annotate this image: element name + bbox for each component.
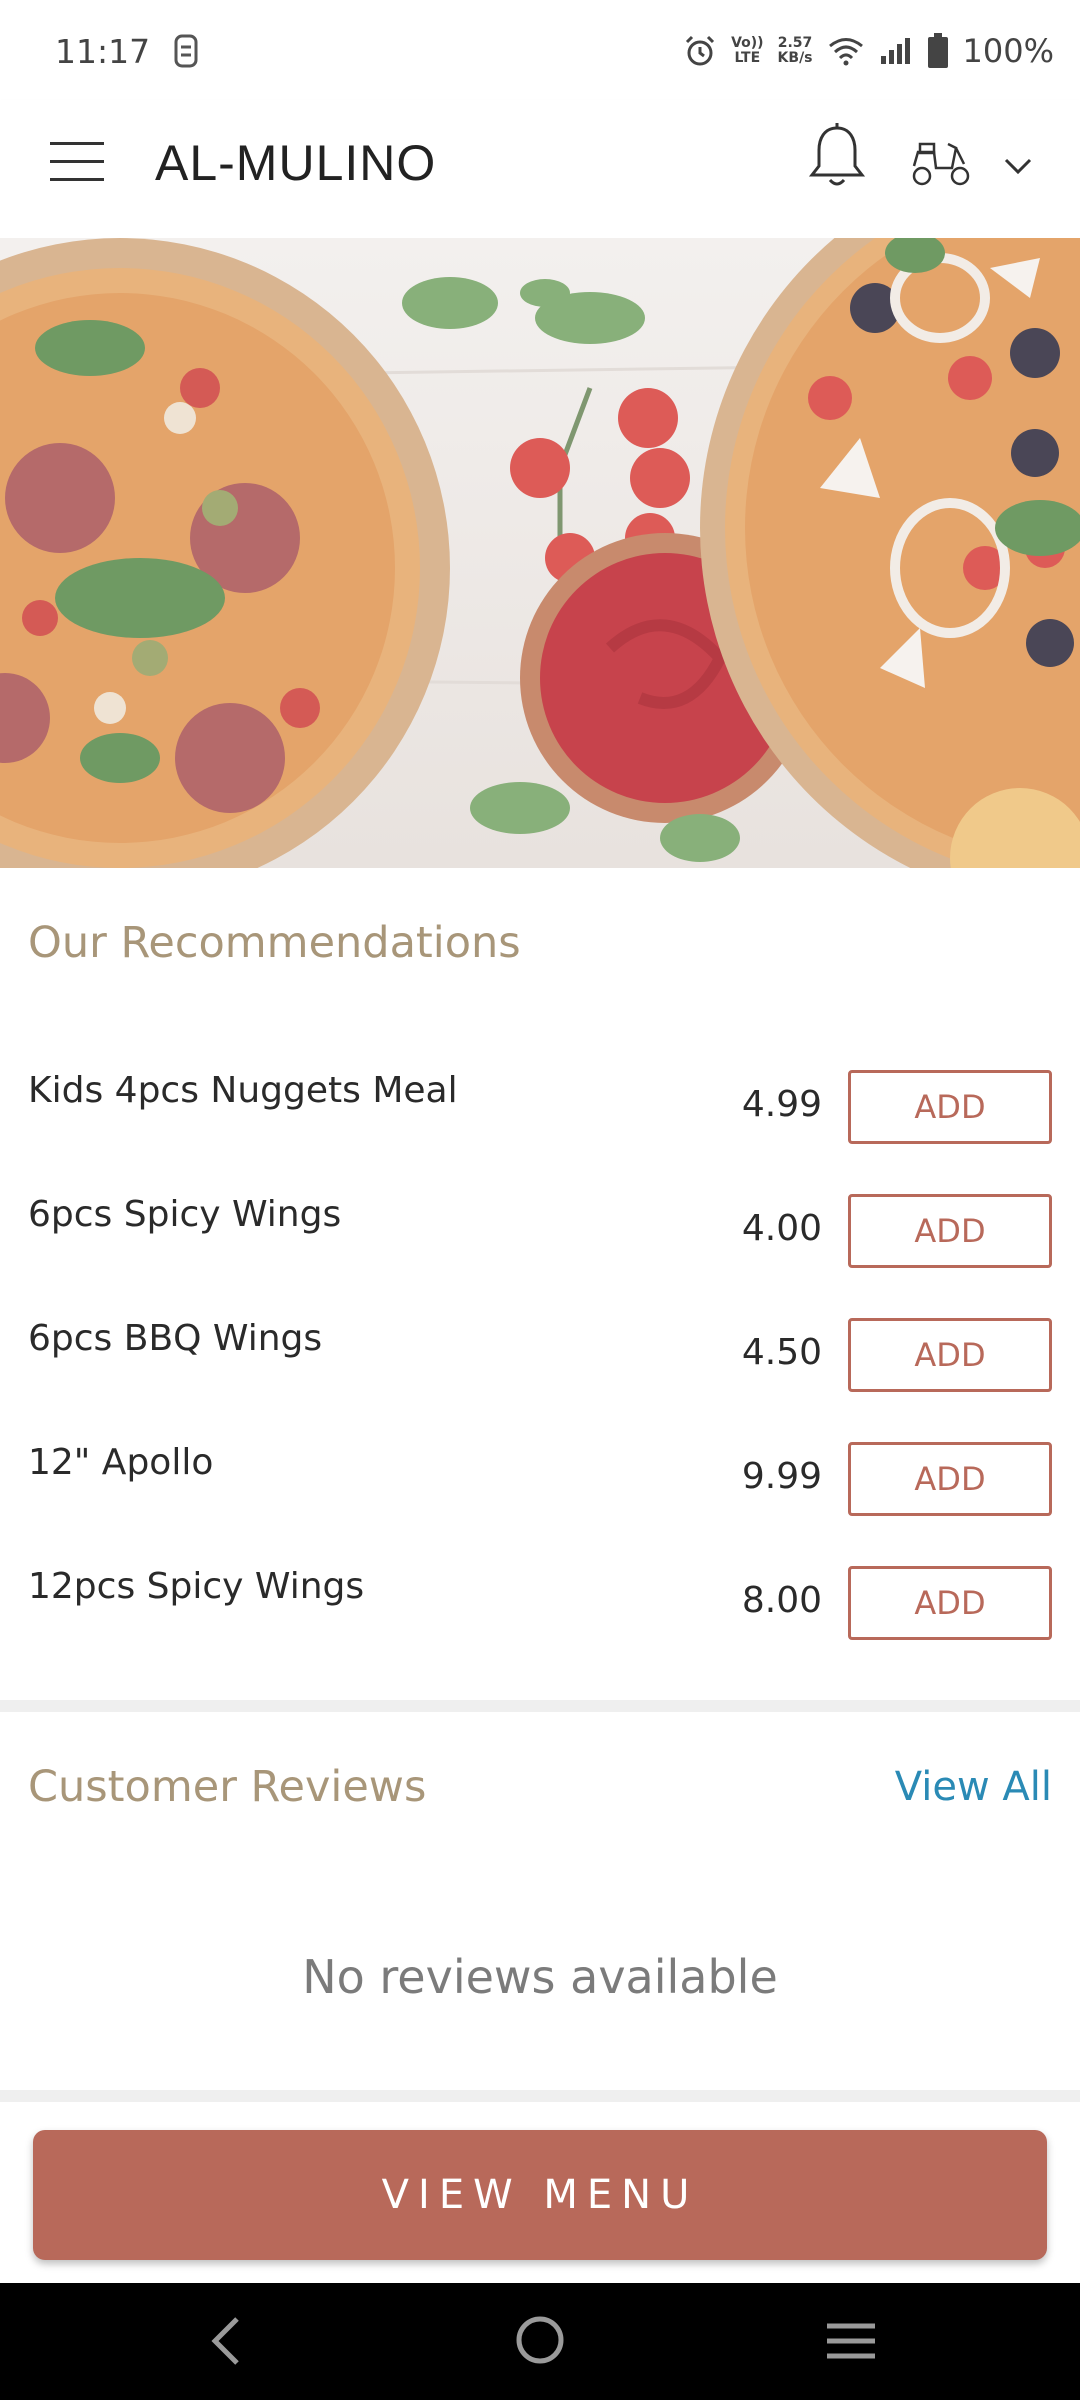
recommendations-list: Kids 4pcs Nuggets Meal 4.99 ADD 6pcs Spi… — [0, 1040, 1080, 1660]
status-bar: 11:17 Vo)) LTE 2.57 KB/s 100% — [0, 0, 1080, 100]
wifi-icon — [828, 38, 863, 66]
item-name: 6pcs Spicy Wings — [28, 1194, 342, 1235]
item-name: 12" Apollo — [28, 1442, 214, 1483]
app-title: AL-MULINO — [155, 135, 437, 191]
recents-icon[interactable] — [825, 2321, 877, 2361]
add-button[interactable]: ADD — [848, 1070, 1052, 1144]
alarm-icon — [686, 35, 715, 66]
battery-icon — [927, 33, 948, 68]
reviews-heading: Customer Reviews — [28, 1762, 427, 1812]
list-item: 12pcs Spicy Wings 8.00 ADD — [0, 1536, 1080, 1660]
hero-banner-image — [0, 238, 1080, 868]
section-divider — [0, 1700, 1080, 1712]
battery-percent: 100% — [962, 32, 1054, 70]
back-icon[interactable] — [205, 2313, 245, 2369]
item-name: 12pcs Spicy Wings — [28, 1566, 365, 1607]
notification-icon — [174, 34, 198, 68]
bell-icon[interactable] — [808, 122, 866, 192]
item-price: 4.99 — [741, 1084, 822, 1125]
section-divider — [0, 2090, 1080, 2102]
menu-icon[interactable] — [50, 142, 104, 186]
app-bar: AL-MULINO — [0, 100, 1080, 238]
view-menu-button[interactable]: VIEW MENU — [33, 2130, 1047, 2260]
list-item: 12" Apollo 9.99 ADD — [0, 1412, 1080, 1536]
signal-icon — [880, 38, 910, 64]
add-button[interactable]: ADD — [848, 1318, 1052, 1392]
status-icons: Vo)) LTE 2.57 KB/s 100% — [683, 26, 1054, 76]
view-all-link[interactable]: View All — [895, 1764, 1052, 1810]
add-button[interactable]: ADD — [848, 1566, 1052, 1640]
list-item: Kids 4pcs Nuggets Meal 4.99 ADD — [0, 1040, 1080, 1164]
item-price: 4.00 — [741, 1208, 822, 1249]
list-item: 6pcs Spicy Wings 4.00 ADD — [0, 1164, 1080, 1288]
item-price: 8.00 — [741, 1580, 822, 1621]
add-button[interactable]: ADD — [848, 1194, 1052, 1268]
item-name: Kids 4pcs Nuggets Meal — [28, 1070, 458, 1111]
chevron-down-icon[interactable] — [1003, 154, 1033, 178]
network-speed: 2.57 KB/s — [777, 35, 813, 66]
add-button[interactable]: ADD — [848, 1442, 1052, 1516]
volte-indicator: Vo)) LTE — [731, 35, 764, 66]
empty-reviews-message: No reviews available — [302, 1950, 778, 2004]
status-time: 11:17 — [55, 32, 151, 71]
home-icon[interactable] — [515, 2315, 565, 2365]
item-price: 4.50 — [741, 1332, 822, 1373]
item-price: 9.99 — [741, 1456, 822, 1497]
item-name: 6pcs BBQ Wings — [28, 1318, 323, 1359]
scooter-icon[interactable] — [910, 138, 972, 186]
list-item: 6pcs BBQ Wings 4.50 ADD — [0, 1288, 1080, 1412]
recommendations-heading: Our Recommendations — [28, 918, 521, 968]
system-nav-bar — [0, 2283, 1080, 2400]
